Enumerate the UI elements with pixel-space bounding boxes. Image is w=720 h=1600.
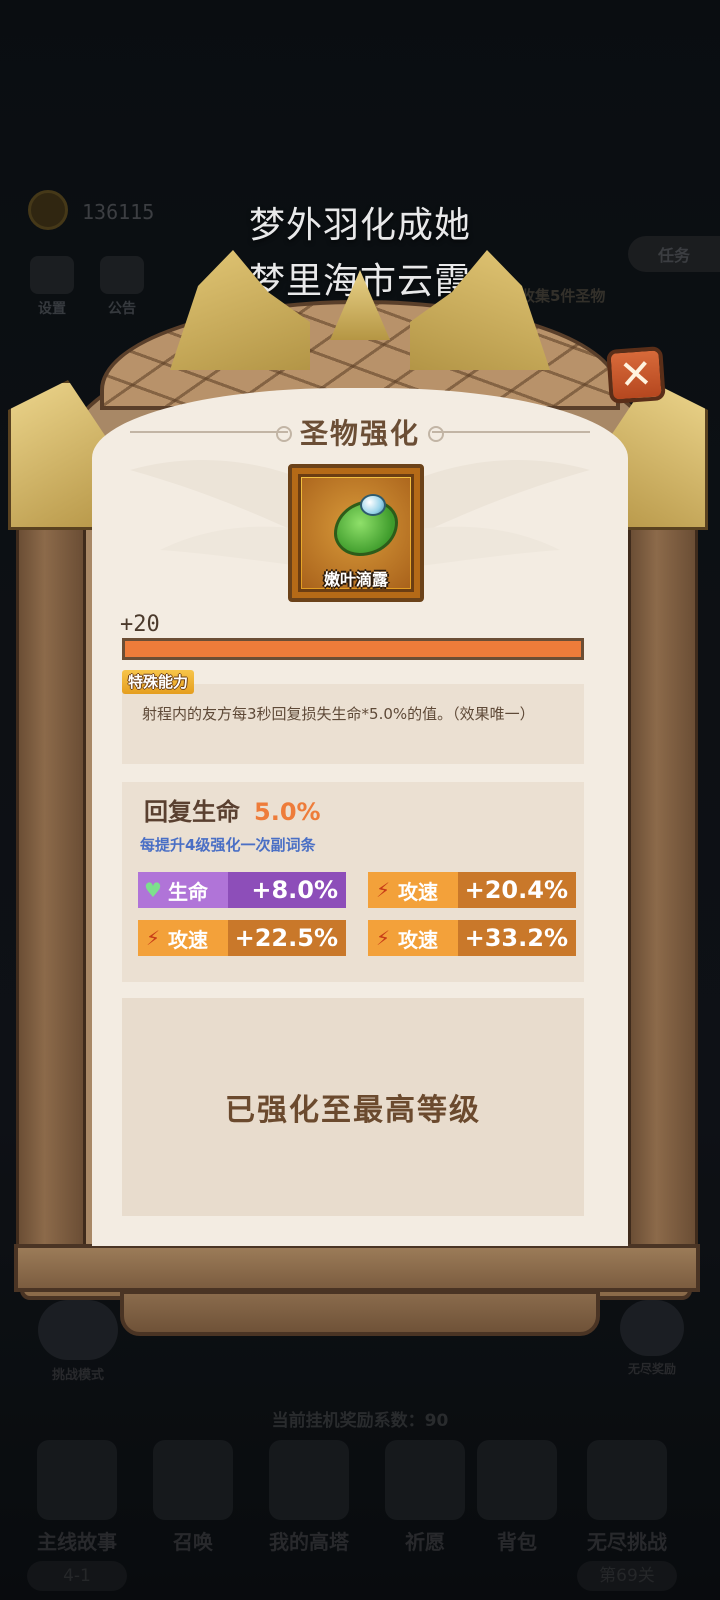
substat-value: +33.2% [464,924,568,952]
panel-title: 圣物强化 [300,417,421,450]
pillar-left [16,410,86,1270]
relic-item-name: 嫩叶滴露 [323,570,388,589]
panel-header: 圣物强化 [130,410,591,454]
main-stat: 回复生命 5.0% [144,792,321,827]
substat-chip: ⚡ 攻速 +22.5% [138,920,346,956]
enhance-level: +20 [120,612,160,637]
main-stat-name: 回复生命 [144,798,240,826]
main-stat-value: 5.0% [254,798,321,826]
substat-name: 生命 [168,879,208,904]
heart-icon: ♥ [144,878,162,902]
frame-base-bottom [120,1290,600,1336]
special-ability-description: 射程内的友方每3秒回复损失生命*5.0%的值。（效果唯一） [142,705,535,723]
stats-box: 回复生命 5.0% 每提升4级强化一次副词条 ♥ 生命 +8.0% ⚡ 攻速 +2… [122,782,584,982]
pillar-right [628,410,698,1270]
substat-name: 攻速 [398,879,438,904]
enhance-progress-bar [122,638,584,660]
special-ability-box: 射程内的友方每3秒回复损失生命*5.0%的值。（效果唯一） [122,684,584,764]
enhance-progress-fill [125,641,581,657]
bolt-icon: ⚡ [145,926,161,950]
close-icon: ✕ [617,350,655,400]
upgrade-note: 每提升4级强化一次副词条 [140,836,316,854]
relic-item-card[interactable]: 嫩叶滴露 [288,464,424,602]
substat-chip: ⚡ 攻速 +33.2% [368,920,576,956]
max-level-box: 已强化至最高等级 [122,998,584,1216]
substat-value: +20.4% [464,876,568,904]
bolt-icon: ⚡ [375,926,391,950]
max-level-text: 已强化至最高等级 [225,1093,481,1128]
substat-chip: ♥ 生命 +8.0% [138,872,346,908]
close-button[interactable]: ✕ [606,346,666,404]
substat-chip: ⚡ 攻速 +20.4% [368,872,576,908]
special-ability-tag: 特殊能力 [122,670,195,694]
substat-value: +22.5% [234,924,338,952]
lyric-line-1: 梦外羽化成她 [248,205,471,246]
title-ornament-left [130,426,292,442]
title-ornament-right [428,426,591,442]
substat-name: 攻速 [168,927,208,952]
dew-drop-icon [360,494,386,516]
bolt-icon: ⚡ [375,878,391,902]
frame-base [14,1244,700,1292]
substat-value: +8.0% [251,876,338,904]
substat-name: 攻速 [398,927,438,952]
